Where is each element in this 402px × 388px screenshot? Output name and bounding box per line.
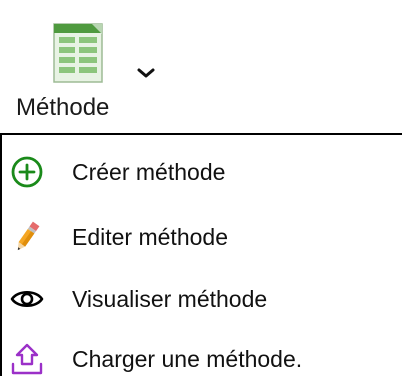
methode-dropdown-menu: Créer méthode Editer méthode Visualiser … xyxy=(0,133,402,376)
menu-item-label: Créer méthode xyxy=(72,159,226,185)
pencil-icon xyxy=(10,220,44,254)
menu-item-visualiser-methode[interactable]: Visualiser méthode xyxy=(2,270,402,328)
upload-icon xyxy=(10,342,44,376)
chevron-down-icon[interactable] xyxy=(136,66,156,80)
menu-item-charger-methode[interactable]: Charger une méthode. xyxy=(2,330,402,388)
methode-ribbon-button[interactable]: Méthode xyxy=(8,10,168,128)
spreadsheet-icon xyxy=(52,22,104,84)
add-circle-icon xyxy=(10,155,44,189)
menu-item-label: Charger une méthode. xyxy=(72,346,303,372)
menu-item-editer-methode[interactable]: Editer méthode xyxy=(2,208,402,266)
menu-item-creer-methode[interactable]: Créer méthode xyxy=(2,143,402,201)
eye-icon xyxy=(10,282,44,316)
menu-item-label: Editer méthode xyxy=(72,224,228,250)
menu-item-label: Visualiser méthode xyxy=(72,286,268,312)
ribbon-button-label: Méthode xyxy=(16,94,110,121)
